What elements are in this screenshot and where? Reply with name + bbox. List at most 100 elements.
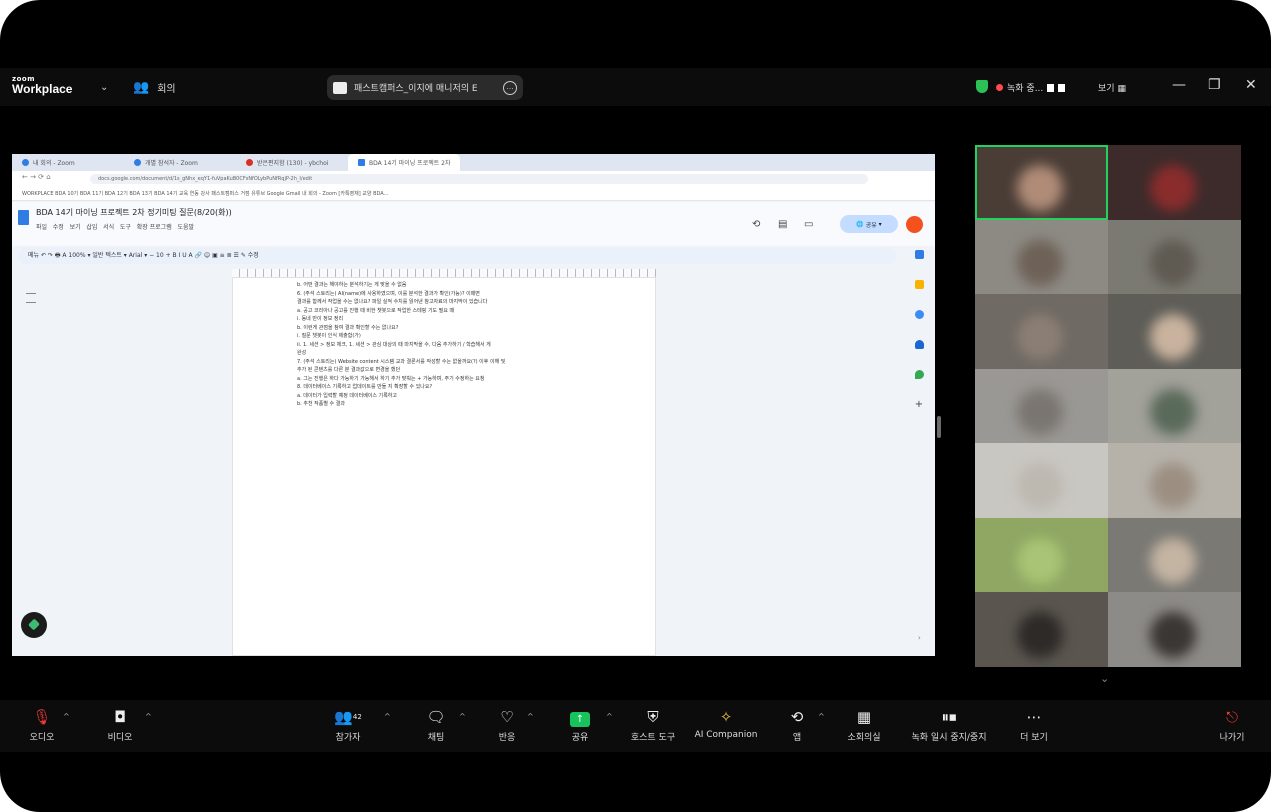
participant-tile[interactable] bbox=[1108, 443, 1241, 518]
add-icon[interactable]: + bbox=[915, 400, 924, 410]
history-icon[interactable]: ⟲ bbox=[752, 219, 760, 230]
menu-tools[interactable]: 도구 bbox=[120, 224, 131, 231]
maps-icon[interactable] bbox=[914, 370, 924, 379]
breakout-rooms-button[interactable]: ▦ 소회의실 bbox=[840, 707, 888, 743]
browser-tab[interactable]: 개별 참석자 - Zoom bbox=[124, 154, 236, 171]
share-screen-button[interactable]: ↑ 공유 bbox=[560, 707, 600, 743]
expand-panel-icon[interactable]: › bbox=[918, 634, 921, 642]
document-title[interactable]: BDA 14기 마이닝 프로젝트 2차 정기미팅 질문(8/20(화)) bbox=[36, 207, 232, 218]
participant-tile[interactable] bbox=[975, 517, 1108, 592]
participant-tile[interactable] bbox=[1108, 368, 1241, 443]
menu-extensions[interactable]: 확장 프로그램 bbox=[137, 224, 172, 231]
meet-icon[interactable]: ▭ bbox=[804, 219, 813, 230]
participant-video bbox=[1017, 537, 1063, 584]
more-button[interactable]: ⋯ 더 보기 bbox=[1014, 707, 1054, 743]
meeting-menu[interactable]: 👥 회의 bbox=[133, 80, 176, 95]
participant-tile[interactable] bbox=[1108, 219, 1241, 294]
participant-video bbox=[1150, 388, 1196, 435]
participant-tile[interactable] bbox=[975, 443, 1108, 518]
ai-companion-button[interactable]: ✧ AI Companion bbox=[690, 707, 762, 740]
avatar[interactable] bbox=[906, 216, 923, 233]
contacts-icon[interactable] bbox=[914, 340, 924, 349]
participant-video bbox=[1017, 463, 1063, 509]
document-page[interactable]: b. 어떤 결과는 해야하는 분석하기는 게 맞을 수 없음 6. (주석 스토… bbox=[232, 277, 656, 656]
share-caret-icon[interactable]: ^ bbox=[606, 712, 613, 721]
participant-tile[interactable] bbox=[975, 219, 1108, 294]
recording-dot-icon bbox=[996, 84, 1003, 91]
browser-tab[interactable]: 받은편지함 (130) - ybchoi bbox=[236, 154, 348, 171]
pause-stop-recording-button[interactable]: ⏸⏹ 녹화 일시 중지/중지 bbox=[902, 707, 996, 743]
address-bar: ← → ⟳ ⌂ docs.google.com/document/d/1s_gN… bbox=[12, 171, 935, 187]
view-button[interactable]: 보기 ▦ bbox=[1098, 81, 1126, 94]
apps-button[interactable]: ⟲ 앱 bbox=[782, 707, 812, 743]
keep-icon[interactable] bbox=[914, 280, 924, 289]
url-field[interactable]: docs.google.com/document/d/1s_gNhx_eqY1-… bbox=[90, 174, 868, 184]
menu-file[interactable]: 파일 bbox=[36, 224, 47, 231]
menu-format[interactable]: 서식 bbox=[103, 224, 114, 231]
browser-tab-strip: 내 회의 - Zoom 개별 참석자 - Zoom 받은편지함 (130) - … bbox=[12, 154, 935, 171]
doc-line: 완성 bbox=[297, 350, 307, 356]
outline-icon[interactable] bbox=[26, 293, 36, 303]
reactions-caret-icon[interactable]: ^ bbox=[527, 712, 534, 721]
split-view-handle[interactable] bbox=[937, 416, 941, 438]
share-label: 공유 bbox=[571, 733, 589, 743]
chat-caret-icon[interactable]: ^ bbox=[459, 712, 466, 721]
chat-button[interactable]: 🗨 채팅 bbox=[416, 707, 456, 743]
participant-tile[interactable] bbox=[1108, 294, 1241, 369]
participant-video bbox=[1150, 314, 1196, 360]
menu-insert[interactable]: 삽입 bbox=[86, 224, 97, 231]
security-shield-icon[interactable] bbox=[976, 80, 988, 93]
apps-caret-icon[interactable]: ^ bbox=[818, 712, 825, 721]
participant-tile[interactable] bbox=[1108, 592, 1241, 667]
doc-line: 결과를 함께서 작업을 수는 없나요? 파일 실적 수치를 읽어낸 참고자료의 … bbox=[297, 299, 488, 305]
heart-icon: ♡ bbox=[500, 708, 514, 726]
video-icon: ◘ bbox=[114, 708, 126, 726]
tasks-icon[interactable] bbox=[914, 310, 924, 319]
nav-arrows-icon[interactable]: ← → ⟳ ⌂ bbox=[22, 173, 51, 181]
participant-tile[interactable] bbox=[975, 145, 1108, 220]
menu-help[interactable]: 도움말 bbox=[177, 224, 194, 231]
minimize-icon[interactable]: — bbox=[1172, 77, 1186, 93]
participants-button[interactable]: 👥42 참가자 bbox=[328, 707, 368, 743]
menu-edit[interactable]: 수정 bbox=[53, 224, 64, 231]
pause-stop-label: 녹화 일시 중지/중지 bbox=[911, 733, 987, 743]
more-options-icon[interactable]: … bbox=[503, 80, 517, 95]
docs-header: BDA 14기 마이닝 프로젝트 2차 정기미팅 질문(8/20(화)) 파일 … bbox=[12, 202, 935, 246]
tab-label: 받은편지함 (130) - ybchoi bbox=[257, 160, 329, 167]
edit-pencil-icon[interactable] bbox=[21, 612, 47, 638]
participant-tile[interactable] bbox=[975, 592, 1108, 667]
close-icon[interactable]: ✕ bbox=[1245, 77, 1257, 93]
participant-video bbox=[1017, 165, 1063, 211]
participant-tile[interactable] bbox=[975, 368, 1108, 443]
docs-toolbar[interactable]: 메뉴 ↶ ↷ 🖶 A 100% ▾ 일반 텍스트 ▾ Arial ▾ − 10 … bbox=[18, 248, 896, 264]
meeting-title-pill[interactable]: 패스트캠퍼스_이지에 매니저의 E … bbox=[327, 75, 523, 100]
video-button[interactable]: ◘ 비디오 bbox=[100, 707, 140, 743]
comments-icon[interactable]: ▤ bbox=[778, 219, 787, 230]
audio-button[interactable]: 🎙 오디오 bbox=[24, 707, 60, 743]
doc-line: 8. 데이터베이스 기록하고 업데이트를 만들 지 확장할 수 있나요? bbox=[297, 384, 433, 390]
leave-button[interactable]: ⎋ 나가기 bbox=[1212, 707, 1252, 743]
stop-recording-icon[interactable] bbox=[1058, 83, 1066, 92]
browser-tab[interactable]: 내 회의 - Zoom bbox=[12, 154, 124, 171]
participant-tile[interactable] bbox=[1108, 517, 1241, 592]
breakout-rooms-label: 소회의실 bbox=[847, 733, 881, 743]
participant-tile[interactable] bbox=[1108, 145, 1241, 220]
participant-tile[interactable] bbox=[975, 294, 1108, 369]
menu-view[interactable]: 보기 bbox=[70, 224, 81, 231]
docs-share-button[interactable]: 🌐 공유 ▾ bbox=[840, 215, 898, 233]
pause-recording-icon[interactable] bbox=[1047, 83, 1055, 92]
video-options-caret-icon[interactable]: ^ bbox=[145, 712, 152, 721]
shield-icon: ⛨ bbox=[647, 708, 659, 726]
google-docs-icon[interactable] bbox=[18, 210, 29, 225]
chevron-down-icon[interactable]: ⌄ bbox=[100, 82, 108, 93]
bookmarks-bar[interactable]: WORKPLACE BDA 10기 BDA 11기 BDA 12기 BDA 13… bbox=[12, 187, 935, 201]
audio-options-caret-icon[interactable]: ^ bbox=[63, 712, 70, 721]
participants-caret-icon[interactable]: ^ bbox=[384, 712, 391, 721]
restore-icon[interactable]: ❐ bbox=[1208, 77, 1221, 93]
chevron-down-icon[interactable]: ⌄ bbox=[1100, 672, 1109, 685]
browser-tab-active[interactable]: BDA 14기 마이닝 프로젝트 2차 bbox=[348, 154, 460, 171]
reactions-button[interactable]: ♡ 반응 bbox=[487, 707, 527, 743]
recording-indicator[interactable]: 녹화 중... bbox=[996, 81, 1066, 94]
calendar-icon[interactable] bbox=[914, 250, 924, 259]
host-tools-button[interactable]: ⛨ 호스트 도구 bbox=[624, 707, 682, 743]
